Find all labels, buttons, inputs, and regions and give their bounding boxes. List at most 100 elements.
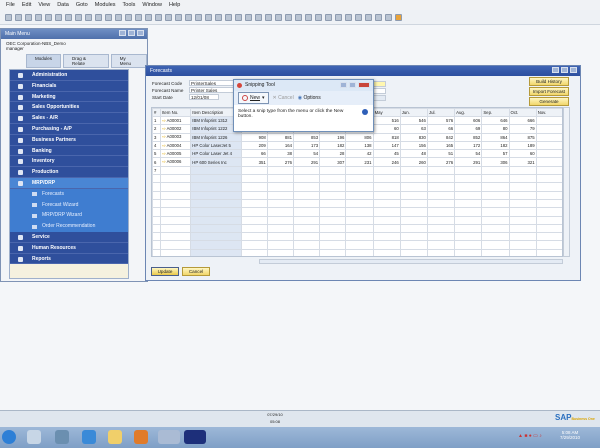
forecast-qty-cell[interactable]: 156	[399, 140, 428, 151]
table-row[interactable]: 3 ⇨ A00003 IBM Infoprint 1226 908 881 853 196 8…	[152, 132, 562, 142]
menu-item-inventory[interactable]: Inventory	[10, 156, 128, 168]
empty-cell[interactable]	[426, 248, 456, 256]
empty-cell[interactable]	[345, 174, 374, 184]
empty-cell[interactable]	[240, 207, 268, 217]
empty-cell[interactable]	[454, 232, 483, 242]
toolbar-button[interactable]	[105, 13, 112, 21]
item-description-cell[interactable]	[190, 165, 242, 176]
forecast-qty-cell[interactable]: 276	[426, 157, 456, 167]
forecast-qty-cell[interactable]: 54	[292, 149, 321, 159]
empty-cell[interactable]	[535, 232, 562, 242]
forecast-qty-cell[interactable]: 306	[481, 157, 510, 167]
link-arrow-icon[interactable]: ⇨	[162, 159, 167, 164]
empty-cell[interactable]	[345, 198, 374, 209]
item-number-cell[interactable]: ⇨ A00006	[160, 157, 192, 167]
empty-cell[interactable]	[152, 232, 162, 242]
forecast-qty-cell[interactable]	[535, 165, 562, 176]
forecast-qty-cell[interactable]: 666	[508, 115, 537, 126]
close-icon[interactable]	[570, 67, 577, 73]
item-description-cell[interactable]: IBM Infoprint 1226	[190, 132, 242, 142]
empty-cell[interactable]	[372, 232, 401, 242]
empty-cell[interactable]	[535, 174, 562, 184]
empty-cell[interactable]	[535, 207, 562, 217]
maximize-icon[interactable]	[128, 30, 135, 36]
minimize-icon[interactable]	[119, 30, 126, 36]
users-icon[interactable]	[55, 430, 69, 444]
empty-cell[interactable]	[292, 174, 321, 184]
empty-cell[interactable]	[481, 198, 510, 209]
forecast-qty-cell[interactable]: 66	[426, 124, 456, 134]
column-header[interactable]: Oct.	[508, 108, 537, 117]
empty-cell[interactable]	[426, 174, 456, 184]
forecast-qty-cell[interactable]: 54	[454, 149, 483, 159]
empty-cell[interactable]	[508, 182, 537, 192]
column-header[interactable]: Jun.	[399, 108, 428, 117]
empty-cell[interactable]	[535, 198, 562, 209]
empty-cell[interactable]	[345, 240, 374, 250]
empty-cell[interactable]	[152, 240, 162, 250]
empty-cell[interactable]	[454, 190, 483, 200]
toolbar-button[interactable]	[395, 13, 402, 21]
minimize-icon[interactable]	[340, 82, 347, 88]
forecast-qty-cell[interactable]	[481, 165, 510, 176]
table-row[interactable]	[152, 215, 562, 225]
link-arrow-icon[interactable]: ⇨	[162, 143, 167, 148]
forecast-qty-cell[interactable]: 576	[426, 115, 456, 126]
empty-cell[interactable]	[481, 182, 510, 192]
empty-cell[interactable]	[292, 248, 321, 256]
forecast-qty-cell[interactable]: 79	[508, 124, 537, 134]
empty-cell[interactable]	[160, 223, 192, 234]
toolbar-button[interactable]	[135, 13, 142, 21]
empty-cell[interactable]	[266, 248, 295, 256]
toolbar-button[interactable]	[275, 13, 282, 21]
empty-cell[interactable]	[190, 198, 242, 209]
empty-cell[interactable]	[426, 240, 456, 250]
column-header[interactable]: Jul.	[426, 108, 456, 117]
toolbar-button[interactable]	[195, 13, 202, 21]
minimize-icon[interactable]	[552, 67, 559, 73]
empty-cell[interactable]	[152, 248, 162, 256]
item-number-cell[interactable]: ⇨ A00002	[160, 124, 192, 134]
empty-cell[interactable]	[266, 215, 295, 225]
forecast-qty-cell[interactable]: 291	[454, 157, 483, 167]
table-row[interactable]: 7	[152, 165, 562, 176]
menu-item-administration[interactable]: Administration	[10, 70, 128, 81]
forecast-qty-cell[interactable]: 138	[345, 140, 374, 151]
forecast-qty-cell[interactable]: 57	[481, 149, 510, 159]
forecast-qty-cell[interactable]: 164	[266, 140, 295, 151]
forecast-qty-cell[interactable]: 853	[292, 132, 321, 142]
empty-cell[interactable]	[319, 215, 347, 225]
toolbar-button[interactable]	[305, 13, 312, 21]
empty-cell[interactable]	[345, 223, 374, 234]
table-row[interactable]	[152, 248, 562, 256]
forecast-qty-cell[interactable]: 147	[372, 140, 401, 151]
menu-item-production[interactable]: Production	[10, 167, 128, 178]
forecast-qty-cell[interactable]: 818	[372, 132, 401, 142]
empty-cell[interactable]	[190, 223, 242, 234]
forecast-qty-cell[interactable]: 172	[454, 140, 483, 151]
forecast-code-field[interactable]: PrinterSales	[189, 80, 234, 86]
empty-cell[interactable]	[266, 232, 295, 242]
forecast-qty-cell[interactable]	[535, 115, 562, 126]
update-button[interactable]: Update	[151, 267, 179, 276]
table-row[interactable]	[152, 232, 562, 242]
toolbar-button[interactable]	[335, 13, 342, 21]
empty-cell[interactable]	[240, 215, 268, 225]
forecast-qty-cell[interactable]: 45	[372, 149, 401, 159]
item-description-cell[interactable]: HP Color Laser Jet 4	[190, 149, 242, 159]
forecast-qty-cell[interactable]: 351	[240, 157, 268, 167]
empty-cell[interactable]	[266, 182, 295, 192]
link-arrow-icon[interactable]: ⇨	[162, 151, 167, 156]
empty-cell[interactable]	[481, 248, 510, 256]
forecast-qty-cell[interactable]: 276	[266, 157, 295, 167]
new-button[interactable]: New ▾	[238, 92, 269, 104]
column-header[interactable]: Sep.	[481, 108, 510, 117]
toolbar-button[interactable]	[65, 13, 72, 21]
table-row[interactable]: 6 ⇨ A00006 HP 600 Series Inc 351 276 291 307 23…	[152, 157, 562, 167]
empty-cell[interactable]	[454, 182, 483, 192]
empty-cell[interactable]	[266, 240, 295, 250]
item-number-cell[interactable]: ⇨ A00005	[160, 149, 192, 159]
sap-taskbar-button[interactable]	[158, 430, 180, 444]
empty-cell[interactable]	[399, 190, 428, 200]
main-menu-titlebar[interactable]: Main Menu	[1, 29, 147, 39]
